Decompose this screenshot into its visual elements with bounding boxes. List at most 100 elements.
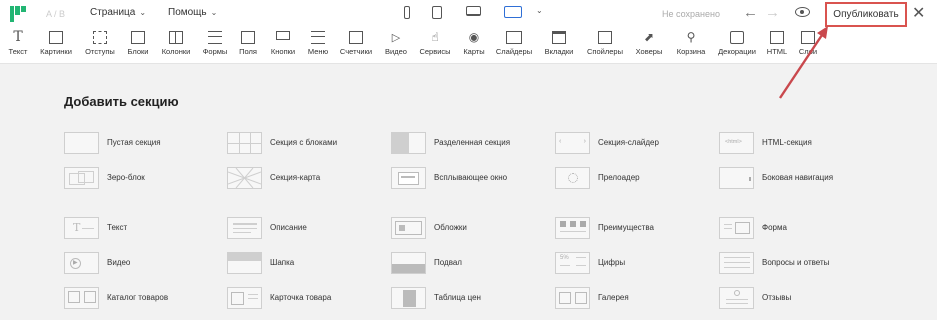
- tool-services[interactable]: ☝ Сервисы: [416, 31, 454, 63]
- tool-video[interactable]: ▷ Видео: [382, 31, 410, 63]
- form-icon: [208, 31, 222, 44]
- menu-page[interactable]: Страница ⌄: [90, 7, 146, 18]
- section-label: Прелоадер: [598, 173, 640, 182]
- logo-icon[interactable]: [10, 6, 26, 22]
- page-title: Добавить секцию: [64, 94, 179, 109]
- tool-forms[interactable]: Формы: [200, 31, 230, 63]
- tool-fields[interactable]: Поля: [236, 31, 260, 63]
- close-icon[interactable]: ✕: [912, 3, 925, 23]
- laptop-view-icon[interactable]: [466, 6, 481, 16]
- tool-spoilers[interactable]: Спойлеры: [584, 31, 626, 63]
- section-label: Боковая навигация: [762, 173, 834, 182]
- decoration-icon: [730, 31, 744, 44]
- section-thumbnail: [719, 252, 754, 274]
- tool-blocks[interactable]: Блоки: [125, 31, 151, 63]
- section-label: Разделенная секция: [434, 138, 511, 147]
- section-label: Шапка: [270, 258, 295, 267]
- tool-sliders[interactable]: Слайдеры: [494, 31, 534, 63]
- tool-label: Вкладки: [544, 47, 574, 56]
- section-thumbnail: [391, 132, 426, 154]
- menu-help-label: Помощь: [168, 7, 207, 18]
- map-icon: ◉: [468, 30, 480, 44]
- section-thumbnail: [64, 132, 99, 154]
- menu-help[interactable]: Помощь ⌄: [168, 7, 217, 18]
- tool-label: Меню: [307, 47, 329, 56]
- undo-redo[interactable]: A / B: [46, 9, 65, 19]
- section-thumbnail: [227, 287, 262, 309]
- section-thumbnail: [719, 217, 754, 239]
- section-label: Таблица цен: [434, 293, 481, 302]
- tablet-view-icon[interactable]: [432, 6, 442, 19]
- image-icon: [49, 31, 63, 44]
- back-arrow-icon[interactable]: ←: [743, 4, 758, 21]
- preview-eye-icon[interactable]: [795, 7, 810, 17]
- section-label: Цифры: [598, 258, 626, 267]
- video-icon: ▷: [391, 31, 401, 44]
- tool-counters[interactable]: Счетчики: [336, 31, 376, 63]
- section-thumbnail: [391, 217, 426, 239]
- tool-tabs[interactable]: Вкладки: [540, 31, 578, 63]
- section-label: HTML-секция: [762, 138, 812, 147]
- tool-text[interactable]: T Текст: [6, 29, 30, 63]
- section-thumbnail: [391, 287, 426, 309]
- section-thumbnail: [64, 287, 99, 309]
- section-label: Каталог товаров: [107, 293, 169, 302]
- section-thumbnail: ‹ ›: [555, 132, 590, 154]
- section-thumbnail: [719, 167, 754, 189]
- section-thumbnail: [227, 252, 262, 274]
- section-thumbnail: ▶: [64, 252, 99, 274]
- tool-label: Корзина: [676, 47, 706, 56]
- chevron-down-icon[interactable]: ⌄: [536, 6, 543, 15]
- section-label: Всплывающее окно: [434, 173, 508, 182]
- tool-label: Слайдеры: [495, 47, 533, 56]
- section-thumbnail: [227, 132, 262, 154]
- tool-cart[interactable]: ⚲ Корзина: [672, 31, 710, 63]
- section-label: Секция с блоками: [270, 138, 338, 147]
- forward-arrow-icon[interactable]: →: [765, 4, 780, 21]
- tool-label: Колонки: [161, 47, 191, 56]
- menu-page-label: Страница: [90, 7, 136, 18]
- tool-label: Блоки: [127, 47, 149, 56]
- text-icon: T: [13, 29, 23, 45]
- section-label: Зеро-блок: [107, 173, 145, 182]
- section-thumbnail: [391, 167, 426, 189]
- phone-view-icon[interactable]: [404, 6, 410, 19]
- section-label: Секция-слайдер: [598, 138, 659, 147]
- section-label: Обложки: [434, 223, 467, 232]
- tool-label: Поля: [239, 47, 257, 56]
- chevron-down-icon: ⌄: [210, 8, 218, 17]
- tool-menu[interactable]: Меню: [305, 31, 331, 63]
- section-thumbnail: T: [64, 217, 99, 239]
- section-thumbnail: <html>: [719, 132, 754, 154]
- tool-label: Видео: [385, 47, 407, 56]
- tool-label: Ховеры: [635, 47, 663, 56]
- section-thumbnail: [719, 287, 754, 309]
- tool-label: Сервисы: [419, 47, 451, 56]
- tool-padding[interactable]: Отступы: [83, 31, 117, 63]
- tool-label: Текст: [8, 47, 28, 56]
- tool-label: Картинки: [40, 47, 72, 56]
- tool-images[interactable]: Картинки: [37, 31, 75, 63]
- cart-icon: ⚲: [686, 30, 696, 44]
- desktop-view-icon[interactable]: [504, 6, 522, 18]
- tool-label: Спойлеры: [587, 47, 623, 56]
- tool-decorations[interactable]: Декорации: [714, 31, 760, 63]
- section-label: Преимущества: [598, 223, 654, 232]
- counter-icon: [349, 31, 363, 44]
- section-label: Видео: [107, 258, 131, 267]
- section-label: Текст: [107, 223, 128, 232]
- section-thumbnail: [391, 252, 426, 274]
- section-label: Вопросы и ответы: [762, 258, 830, 267]
- tool-maps[interactable]: ◉ Карты: [459, 31, 489, 63]
- thumb-text: <html>: [725, 139, 742, 145]
- tool-label: Кнопки: [270, 47, 296, 56]
- section-thumbnail: [555, 287, 590, 309]
- tool-columns[interactable]: Колонки: [158, 31, 194, 63]
- services-icon: ☝: [431, 30, 439, 44]
- tool-buttons[interactable]: Кнопки: [267, 31, 299, 63]
- section-label: Отзывы: [762, 293, 792, 302]
- columns-icon: [169, 31, 183, 44]
- section-thumbnail: [227, 167, 262, 189]
- tabs-icon: [552, 31, 566, 44]
- tool-hovers[interactable]: ⬈ Ховеры: [631, 31, 667, 63]
